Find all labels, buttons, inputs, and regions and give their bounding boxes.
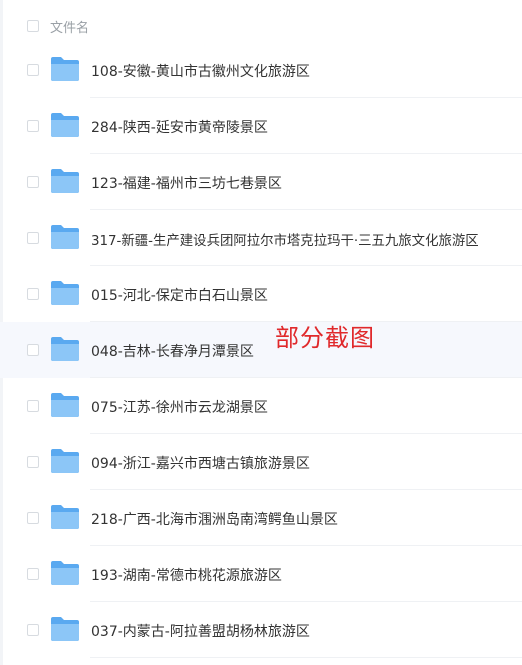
file-name[interactable]: 075-江苏-徐州市云龙湖景区 (91, 397, 268, 417)
file-row[interactable]: 317-新疆-生产建设兵团阿拉尔市塔克拉玛干·三五九旅文化旅游区 (0, 210, 522, 266)
file-name[interactable]: 317-新疆-生产建设兵团阿拉尔市塔克拉玛干·三五九旅文化旅游区 (91, 229, 479, 249)
select-all-checkbox[interactable] (27, 20, 39, 32)
file-name[interactable]: 218-广西-北海市涠洲岛南湾鳄鱼山景区 (91, 509, 338, 529)
file-name[interactable]: 037-内蒙古-阿拉善盟胡杨林旅游区 (91, 621, 310, 641)
file-name[interactable]: 094-浙江-嘉兴市西塘古镇旅游景区 (91, 453, 310, 473)
file-row[interactable]: 037-内蒙古-阿拉善盟胡杨林旅游区 (0, 602, 522, 658)
file-name[interactable]: 108-安徽-黄山市古徽州文化旅游区 (91, 61, 310, 81)
row-checkbox[interactable] (27, 288, 39, 300)
row-checkbox[interactable] (27, 176, 39, 188)
file-row[interactable]: 193-湖南-常德市桃花源旅游区 (0, 546, 522, 602)
row-checkbox[interactable] (27, 232, 39, 244)
file-name[interactable]: 123-福建-福州市三坊七巷景区 (91, 173, 282, 193)
folder-icon (51, 113, 79, 137)
folder-icon (51, 393, 79, 417)
row-checkbox[interactable] (27, 456, 39, 468)
file-row[interactable]: 108-安徽-黄山市古徽州文化旅游区 (0, 42, 522, 98)
folder-icon (51, 505, 79, 529)
file-row[interactable]: 094-浙江-嘉兴市西塘古镇旅游景区 (0, 434, 522, 490)
file-name[interactable]: 284-陕西-延安市黄帝陵景区 (91, 117, 268, 137)
folder-icon (51, 337, 79, 361)
row-checkbox[interactable] (27, 64, 39, 76)
folder-icon (51, 449, 79, 473)
row-checkbox[interactable] (27, 568, 39, 580)
folder-icon (51, 225, 79, 249)
row-checkbox[interactable] (27, 344, 39, 356)
partial-screenshot-watermark: 部分截图 (275, 324, 375, 352)
file-row[interactable]: 284-陕西-延安市黄帝陵景区 (0, 98, 522, 154)
folder-icon (51, 57, 79, 81)
folder-icon (51, 561, 79, 585)
file-row[interactable]: 123-福建-福州市三坊七巷景区 (0, 154, 522, 210)
file-name[interactable]: 193-湖南-常德市桃花源旅游区 (91, 565, 282, 585)
row-checkbox[interactable] (27, 120, 39, 132)
file-row[interactable]: 048-吉林-长春净月潭景区 (0, 322, 522, 378)
file-name[interactable]: 048-吉林-长春净月潭景区 (91, 341, 254, 361)
row-divider (90, 657, 522, 658)
row-checkbox[interactable] (27, 624, 39, 636)
file-row[interactable]: 015-河北-保定市白石山景区 (0, 266, 522, 322)
folder-icon (51, 281, 79, 305)
folder-icon (51, 169, 79, 193)
row-checkbox[interactable] (27, 400, 39, 412)
file-name[interactable]: 015-河北-保定市白石山景区 (91, 285, 268, 305)
file-row[interactable]: 075-江苏-徐州市云龙湖景区 (0, 378, 522, 434)
filename-column-header[interactable]: 文件名 (50, 17, 89, 36)
folder-icon (51, 617, 79, 641)
row-checkbox[interactable] (27, 512, 39, 524)
file-row[interactable]: 218-广西-北海市涠洲岛南湾鳄鱼山景区 (0, 490, 522, 546)
